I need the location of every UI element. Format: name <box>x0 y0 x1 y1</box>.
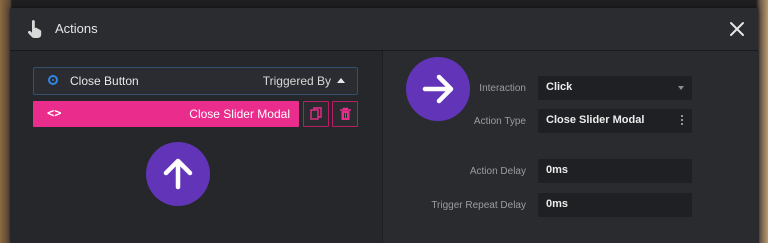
chevron-down-icon <box>678 86 684 90</box>
arrow-up-icon <box>146 142 210 206</box>
trigger-repeat-delay-input[interactable]: 0ms <box>538 193 692 217</box>
titlebar: Actions <box>10 8 758 51</box>
code-icon: <> <box>47 106 62 120</box>
trigger-repeat-delay-label: Trigger Repeat Delay <box>431 200 526 211</box>
delete-action-button[interactable] <box>332 101 358 127</box>
action-delay-label: Action Delay <box>469 166 526 177</box>
interaction-select[interactable]: Click <box>538 76 692 100</box>
actions-window: Actions Close Button Triggered By <> Clo… <box>10 8 759 243</box>
copy-icon <box>310 107 322 120</box>
action-type-value: Close Slider Modal <box>546 114 645 126</box>
actions-list-panel: Close Button Triggered By <> Close Slide… <box>10 51 382 243</box>
close-icon[interactable] <box>728 20 746 38</box>
action-item[interactable]: <> Close Slider Modal <box>33 101 299 127</box>
caret-up-icon[interactable] <box>337 78 345 83</box>
window-title: Actions <box>55 21 98 36</box>
arrow-right-icon <box>406 57 470 121</box>
interaction-label: Interaction <box>479 83 526 94</box>
interaction-value: Click <box>546 81 573 93</box>
trigger-radio[interactable] <box>48 75 58 85</box>
copy-action-button[interactable] <box>303 101 329 127</box>
trash-icon <box>340 107 351 120</box>
action-type-select[interactable]: Close Slider Modal <box>538 109 692 133</box>
action-delay-input[interactable]: 0ms <box>538 159 692 183</box>
triggered-by-label[interactable]: Triggered By <box>263 74 331 88</box>
trigger-name: Close Button <box>70 74 139 88</box>
action-delay-value: 0ms <box>546 164 569 176</box>
hand-pointer-icon <box>27 20 42 38</box>
action-label: Close Slider Modal <box>189 107 290 121</box>
trigger-repeat-delay-value: 0ms <box>546 198 569 210</box>
trigger-row[interactable]: Close Button Triggered By <box>33 67 358 95</box>
more-options-icon[interactable] <box>681 115 683 127</box>
action-type-label: Action Type <box>473 116 526 127</box>
